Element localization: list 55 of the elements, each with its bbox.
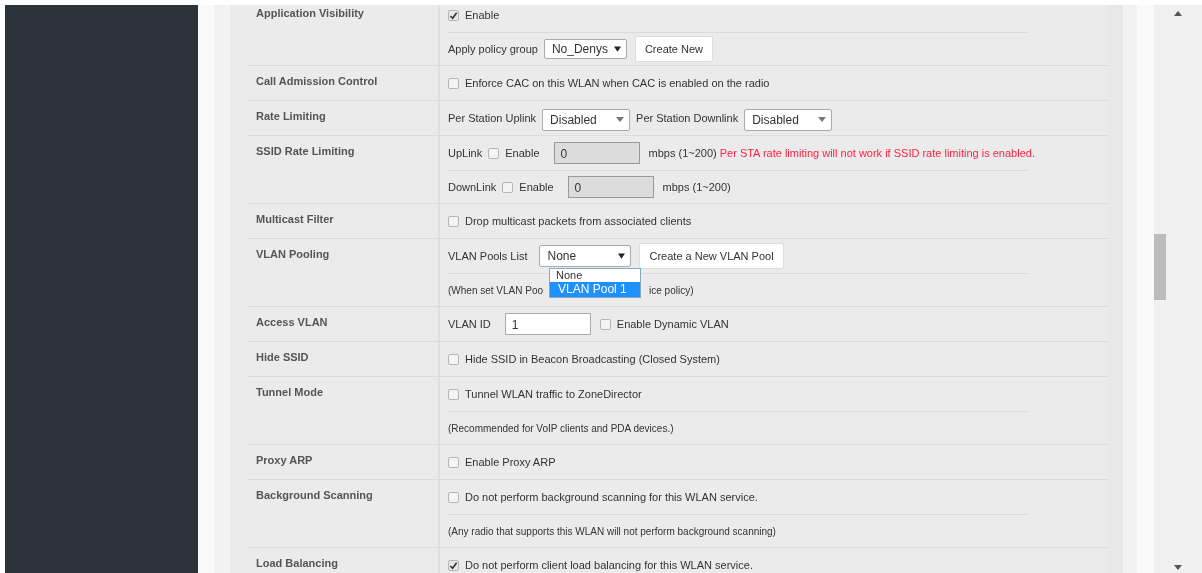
- dropdown-option[interactable]: None: [550, 269, 641, 282]
- setting-label: Background Scanning: [248, 480, 440, 547]
- checkmark-icon: [449, 10, 458, 20]
- setting-label: Call Admission Control: [248, 66, 440, 100]
- setting-label: SSID Rate Limiting: [248, 136, 440, 203]
- setting-label: Application Visibility: [248, 5, 440, 65]
- setting-label: Access VLAN: [248, 307, 440, 341]
- checkbox-option[interactable]: Do not perform background scanning for this WLAN service.: [448, 491, 758, 503]
- field-label: Per Station Downlink: [636, 112, 739, 124]
- field-label: mbps (1~200): [648, 147, 717, 159]
- field-label: VLAN ID: [448, 318, 491, 330]
- field-label: UpLink: [448, 147, 483, 159]
- checkbox-option[interactable]: Enable Proxy ARP: [448, 456, 556, 468]
- select-dropdown[interactable]: None: [539, 245, 632, 267]
- setting-label: Proxy ARP: [248, 445, 440, 479]
- field-label: Apply policy group: [448, 43, 538, 55]
- scroll-up-icon[interactable]: [1174, 11, 1182, 16]
- scroll-thumb[interactable]: [1154, 234, 1166, 300]
- checkbox-option[interactable]: Enforce CAC on this WLAN when CAC is enabled on the radio: [448, 77, 770, 89]
- select-dropdown[interactable]: No_Denys: [543, 39, 627, 59]
- checkbox-option[interactable]: Hide SSID in Beacon Broadcasting (Closed System): [448, 353, 720, 365]
- checkbox-option[interactable]: Tunnel WLAN traffic to ZoneDirector: [448, 388, 642, 400]
- hint-text: ice policy): [649, 284, 694, 296]
- warning-text: Per STA rate limiting will not work if SSID rate limiting is enabled.: [719, 147, 1035, 159]
- setting-label: Rate Limiting: [248, 101, 440, 135]
- field-label: mbps (1~200): [662, 181, 731, 193]
- select-dropdown[interactable]: Disabled: [744, 108, 833, 131]
- caret-icon: [818, 117, 827, 122]
- field-label: VLAN Pools List: [448, 250, 528, 262]
- create-button[interactable]: Create a New VLAN Pool: [639, 243, 784, 269]
- setting-label: Hide SSID: [248, 342, 440, 376]
- checkbox-option[interactable]: Enable: [488, 147, 540, 159]
- hint-text: (Recommended for VoIP clients and PDA devices.): [448, 422, 674, 434]
- caret-icon: [616, 117, 625, 122]
- checkbox-option[interactable]: Enable Dynamic VLAN: [599, 318, 729, 330]
- setting-label: VLAN Pooling: [248, 239, 440, 306]
- setting-label: Multicast Filter: [248, 204, 440, 238]
- create-button[interactable]: Create New: [634, 36, 713, 62]
- field-label: DownLink: [448, 181, 497, 193]
- field-label: Per Station Uplink: [448, 112, 537, 124]
- checkmark-icon: [449, 560, 458, 570]
- setting-label: Tunnel Mode: [248, 377, 440, 444]
- setting-label: Load Balancing: [248, 548, 440, 573]
- select-dropdown[interactable]: Disabled: [542, 108, 631, 131]
- scrollbar[interactable]: [1154, 5, 1202, 573]
- caret-icon: [618, 253, 626, 259]
- checkbox-option[interactable]: Enable: [448, 9, 500, 21]
- scroll-down-icon[interactable]: [1174, 565, 1182, 570]
- checkbox-option[interactable]: Do not perform client load balancing for this WLAN service.: [448, 559, 753, 571]
- checkbox-option[interactable]: Enable: [502, 181, 554, 193]
- checkbox-option[interactable]: Drop multicast packets from associated clients: [448, 215, 692, 227]
- caret-icon: [613, 46, 621, 52]
- hint-text: (Any radio that supports this WLAN will not perform background scanning): [448, 525, 776, 537]
- input-field[interactable]: 1: [504, 313, 591, 335]
- hint-text: (When set VLAN Poo: [448, 284, 544, 296]
